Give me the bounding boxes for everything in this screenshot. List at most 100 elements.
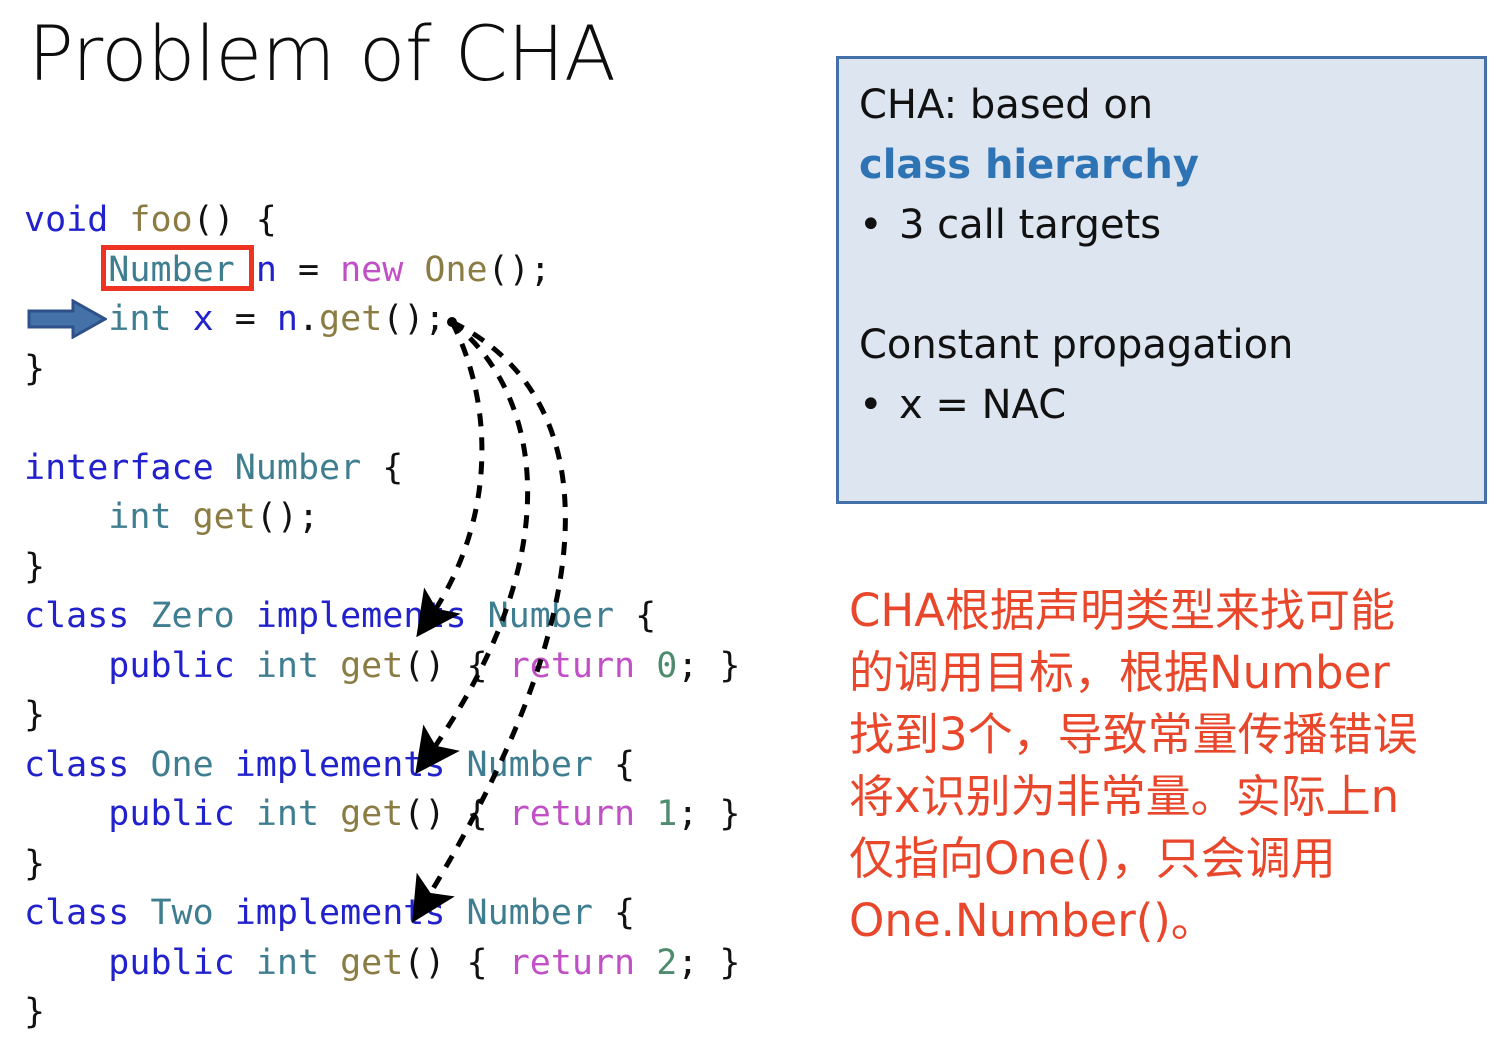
code-token: (); bbox=[382, 299, 446, 339]
info-box-bullet-2-label: x = NAC bbox=[899, 382, 1067, 428]
code-token: implements bbox=[234, 744, 446, 785]
code-token: () { bbox=[403, 942, 509, 983]
page-title: Problem of CHA bbox=[28, 9, 616, 98]
code-token: 0 bbox=[656, 645, 678, 686]
code-line: } bbox=[24, 840, 824, 890]
code-token: return bbox=[508, 794, 636, 834]
code-token: n bbox=[276, 299, 298, 339]
info-box-subheading: Constant propagation bbox=[859, 322, 1294, 368]
code-line: } bbox=[24, 988, 824, 1038]
code-token: get bbox=[340, 645, 404, 686]
code-token: public bbox=[108, 645, 235, 686]
code-token: () { bbox=[403, 645, 509, 686]
code-token: int bbox=[255, 645, 320, 686]
code-token: class bbox=[24, 893, 130, 933]
code-line: } bbox=[24, 345, 824, 395]
code-token: . bbox=[297, 299, 320, 339]
code-token: ; } bbox=[677, 645, 741, 686]
code-token: implements bbox=[255, 596, 467, 636]
code-token: Number bbox=[466, 893, 593, 933]
code-token: Two bbox=[150, 893, 214, 933]
code-token: int bbox=[255, 942, 320, 983]
code-token: } bbox=[24, 992, 46, 1032]
code-token: { bbox=[361, 447, 404, 488]
code-token: n bbox=[255, 249, 277, 290]
chinese-annotation-line: 将x识别为非常量。实际上n bbox=[849, 770, 1400, 823]
code-line: void foo() { bbox=[24, 196, 824, 246]
code-token: public bbox=[108, 942, 235, 983]
code-line: int get(); bbox=[24, 493, 824, 543]
code-token: = bbox=[213, 299, 277, 339]
code-line: int x = n.get(); bbox=[24, 295, 824, 345]
code-token: public bbox=[108, 794, 235, 834]
code-token: } bbox=[24, 348, 46, 389]
code-token: () { bbox=[192, 200, 277, 240]
code-token: return bbox=[508, 942, 636, 983]
info-box-accent-text: class hierarchy bbox=[859, 142, 1199, 188]
info-box: CHA: based on class hierarchy • 3 call t… bbox=[836, 56, 1487, 504]
code-line: interface Number { bbox=[24, 444, 824, 494]
info-box-heading: CHA: based on bbox=[859, 82, 1154, 128]
code-token: ; } bbox=[677, 794, 741, 834]
chinese-annotation-line: 的调用目标，根据Number bbox=[849, 646, 1390, 699]
bullet-dot-icon: • bbox=[859, 382, 883, 428]
code-token: One bbox=[424, 249, 488, 290]
chinese-annotation-line: 找到3个，导致常量传播错误 bbox=[849, 708, 1418, 761]
code-token: Number bbox=[234, 447, 362, 488]
code-line: class Two implements Number { bbox=[24, 889, 824, 939]
code-token: } bbox=[24, 843, 46, 884]
chinese-annotation: CHA根据声明类型来找可能 的调用目标，根据Number 找到3个，导致常量传播错误… bbox=[849, 580, 1489, 952]
code-line: public int get() { return 0; } bbox=[24, 642, 824, 692]
info-box-spacer bbox=[859, 255, 1464, 315]
code-token: 1 bbox=[656, 794, 678, 834]
code-token: get bbox=[340, 794, 404, 834]
code-listing: void foo() { Number n = new One(); int x… bbox=[24, 196, 824, 1038]
info-box-bullet-call-targets: • 3 call targets bbox=[859, 195, 1464, 255]
code-token: void bbox=[24, 200, 109, 240]
info-box-bullet-1-label: 3 call targets bbox=[899, 202, 1162, 248]
chinese-annotation-line: 仅指向One()，只会调用 bbox=[849, 832, 1336, 885]
code-token: get bbox=[340, 942, 404, 983]
code-token: x bbox=[192, 299, 214, 339]
chinese-annotation-line: One.Number()。 bbox=[849, 894, 1216, 947]
code-token: } bbox=[24, 695, 46, 735]
code-token: int bbox=[108, 497, 172, 537]
code-line: class Zero implements Number { bbox=[24, 592, 824, 642]
code-token: = bbox=[276, 249, 341, 290]
code-token: } bbox=[24, 546, 46, 587]
code-token: class bbox=[24, 596, 130, 636]
code-token: Zero bbox=[150, 596, 235, 636]
code-token: () { bbox=[403, 794, 509, 834]
code-token: implements bbox=[234, 893, 446, 933]
code-token: int bbox=[108, 299, 172, 339]
code-token: { bbox=[614, 596, 657, 636]
code-token: (); bbox=[487, 249, 551, 290]
code-token: { bbox=[592, 744, 636, 785]
code-token: return bbox=[508, 645, 636, 686]
code-token: 2 bbox=[656, 942, 678, 983]
code-line: } bbox=[24, 543, 824, 593]
info-box-bullet-nac: • x = NAC bbox=[859, 375, 1464, 435]
code-token: new bbox=[340, 249, 404, 290]
